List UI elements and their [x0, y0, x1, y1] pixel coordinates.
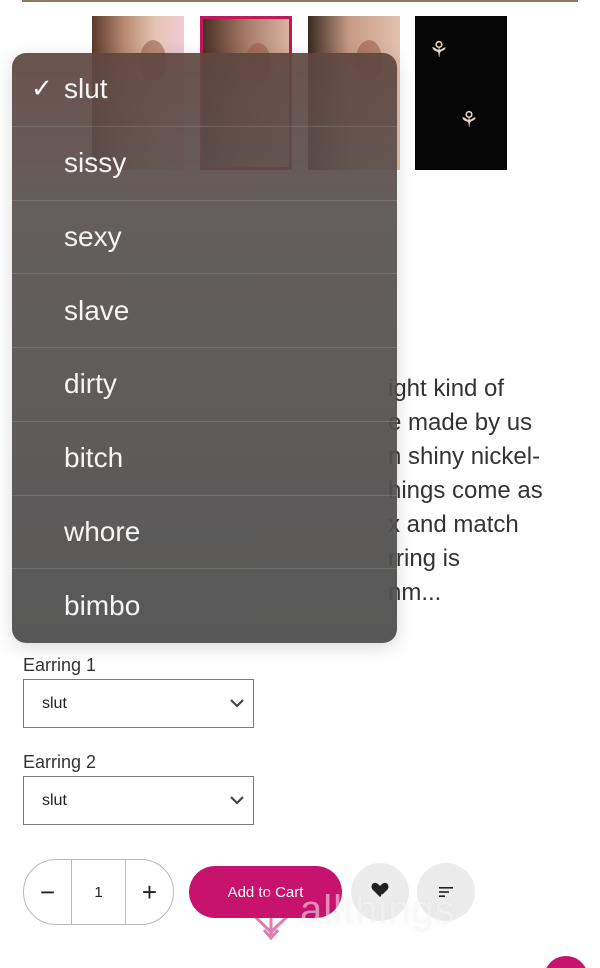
option-label: bimbo [64, 590, 141, 622]
add-to-cart-button[interactable]: Add to Cart [189, 866, 342, 918]
option-label: whore [64, 515, 141, 547]
description-line: rring is [388, 545, 461, 572]
floating-action-button[interactable] [544, 956, 588, 968]
dropdown-option-bitch[interactable]: bitch [12, 422, 397, 496]
product-thumbnail-4[interactable]: ⚘ ⚘ [415, 16, 507, 170]
dropdown-option-sexy[interactable]: sexy [12, 201, 397, 275]
option-label: dirty [64, 368, 117, 400]
wishlist-button[interactable] [351, 863, 409, 921]
earring-2-field: Earring 2 slut [23, 752, 254, 825]
option-label: sexy [64, 220, 122, 252]
earring-image: ⚘ [459, 108, 479, 133]
quantity-stepper: − 1 + [23, 859, 174, 925]
checkmark-icon: ✓ [31, 74, 53, 105]
description-line: x and match [388, 511, 519, 538]
earring-2-value: slut [42, 791, 67, 809]
earring-2-select[interactable]: slut [23, 776, 254, 825]
earring-1-label: Earring 1 [23, 655, 97, 675]
dropdown-option-whore[interactable]: whore [12, 496, 397, 570]
product-description: ight kind of e made by us n shiny nickel… [388, 372, 598, 610]
sort-icon [438, 882, 454, 903]
description-line: hings come as [388, 477, 543, 504]
dropdown-option-slut[interactable]: ✓ slut [12, 53, 397, 127]
description-line: ight kind of [388, 375, 505, 402]
earring-image: ⚘ [429, 38, 449, 63]
chevron-down-icon [229, 792, 245, 810]
quantity-value[interactable]: 1 [71, 860, 126, 924]
top-divider [22, 0, 578, 2]
earring-1-value: slut [42, 694, 67, 712]
description-line: nm... [388, 579, 442, 606]
dropdown-option-dirty[interactable]: dirty [12, 348, 397, 422]
sort-button[interactable] [417, 863, 475, 921]
increase-quantity-button[interactable]: + [126, 860, 173, 924]
description-line: e made by us [388, 409, 533, 436]
dropdown-option-slave[interactable]: slave [12, 274, 397, 348]
earring-2-label: Earring 2 [23, 752, 97, 772]
dropdown-option-sissy[interactable]: sissy [12, 127, 397, 201]
option-label: slut [64, 73, 108, 105]
chevron-down-icon [229, 695, 245, 713]
option-label: slave [64, 294, 130, 326]
description-line: n shiny nickel- [388, 443, 541, 470]
dropdown-option-bimbo[interactable]: bimbo [12, 569, 397, 643]
option-label: sissy [64, 147, 127, 179]
variant-dropdown-menu: ✓ slut sissy sexy slave dirty bitch whor… [12, 53, 397, 643]
heart-icon [371, 882, 389, 903]
option-label: bitch [64, 442, 124, 474]
earring-1-select[interactable]: slut [23, 679, 254, 728]
earring-1-field: Earring 1 slut [23, 655, 254, 728]
variant-form: Earring 1 slut Earring 2 slut [23, 655, 254, 825]
purchase-actions: − 1 + Add to Cart [23, 859, 583, 925]
decrease-quantity-button[interactable]: − [24, 860, 71, 924]
